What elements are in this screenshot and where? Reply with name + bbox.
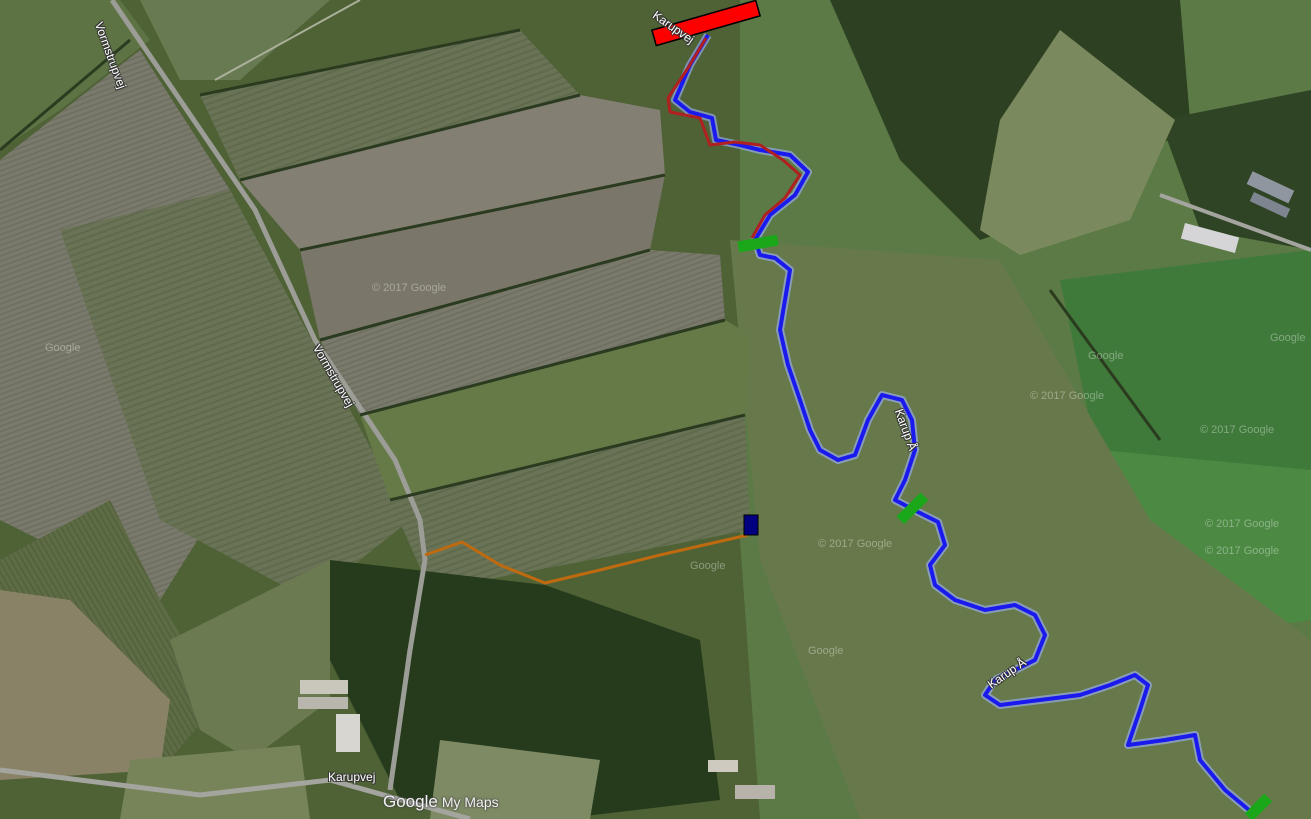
navy-square-marker[interactable] <box>743 514 759 536</box>
map-canvas[interactable]: © 2017 Google © 2017 Google © 2017 Googl… <box>0 0 1311 819</box>
google-my-maps-logo: Google My Maps <box>383 792 499 812</box>
my-maps-wordmark: My Maps <box>441 794 499 810</box>
route-karup-a-line <box>673 33 1257 817</box>
google-wordmark: Google <box>383 792 438 811</box>
route-overlay <box>424 0 1273 819</box>
road-label-karupvej: Karupvej <box>328 770 376 784</box>
green-bar-marker[interactable] <box>896 492 929 525</box>
route-access-path[interactable] <box>424 533 749 585</box>
